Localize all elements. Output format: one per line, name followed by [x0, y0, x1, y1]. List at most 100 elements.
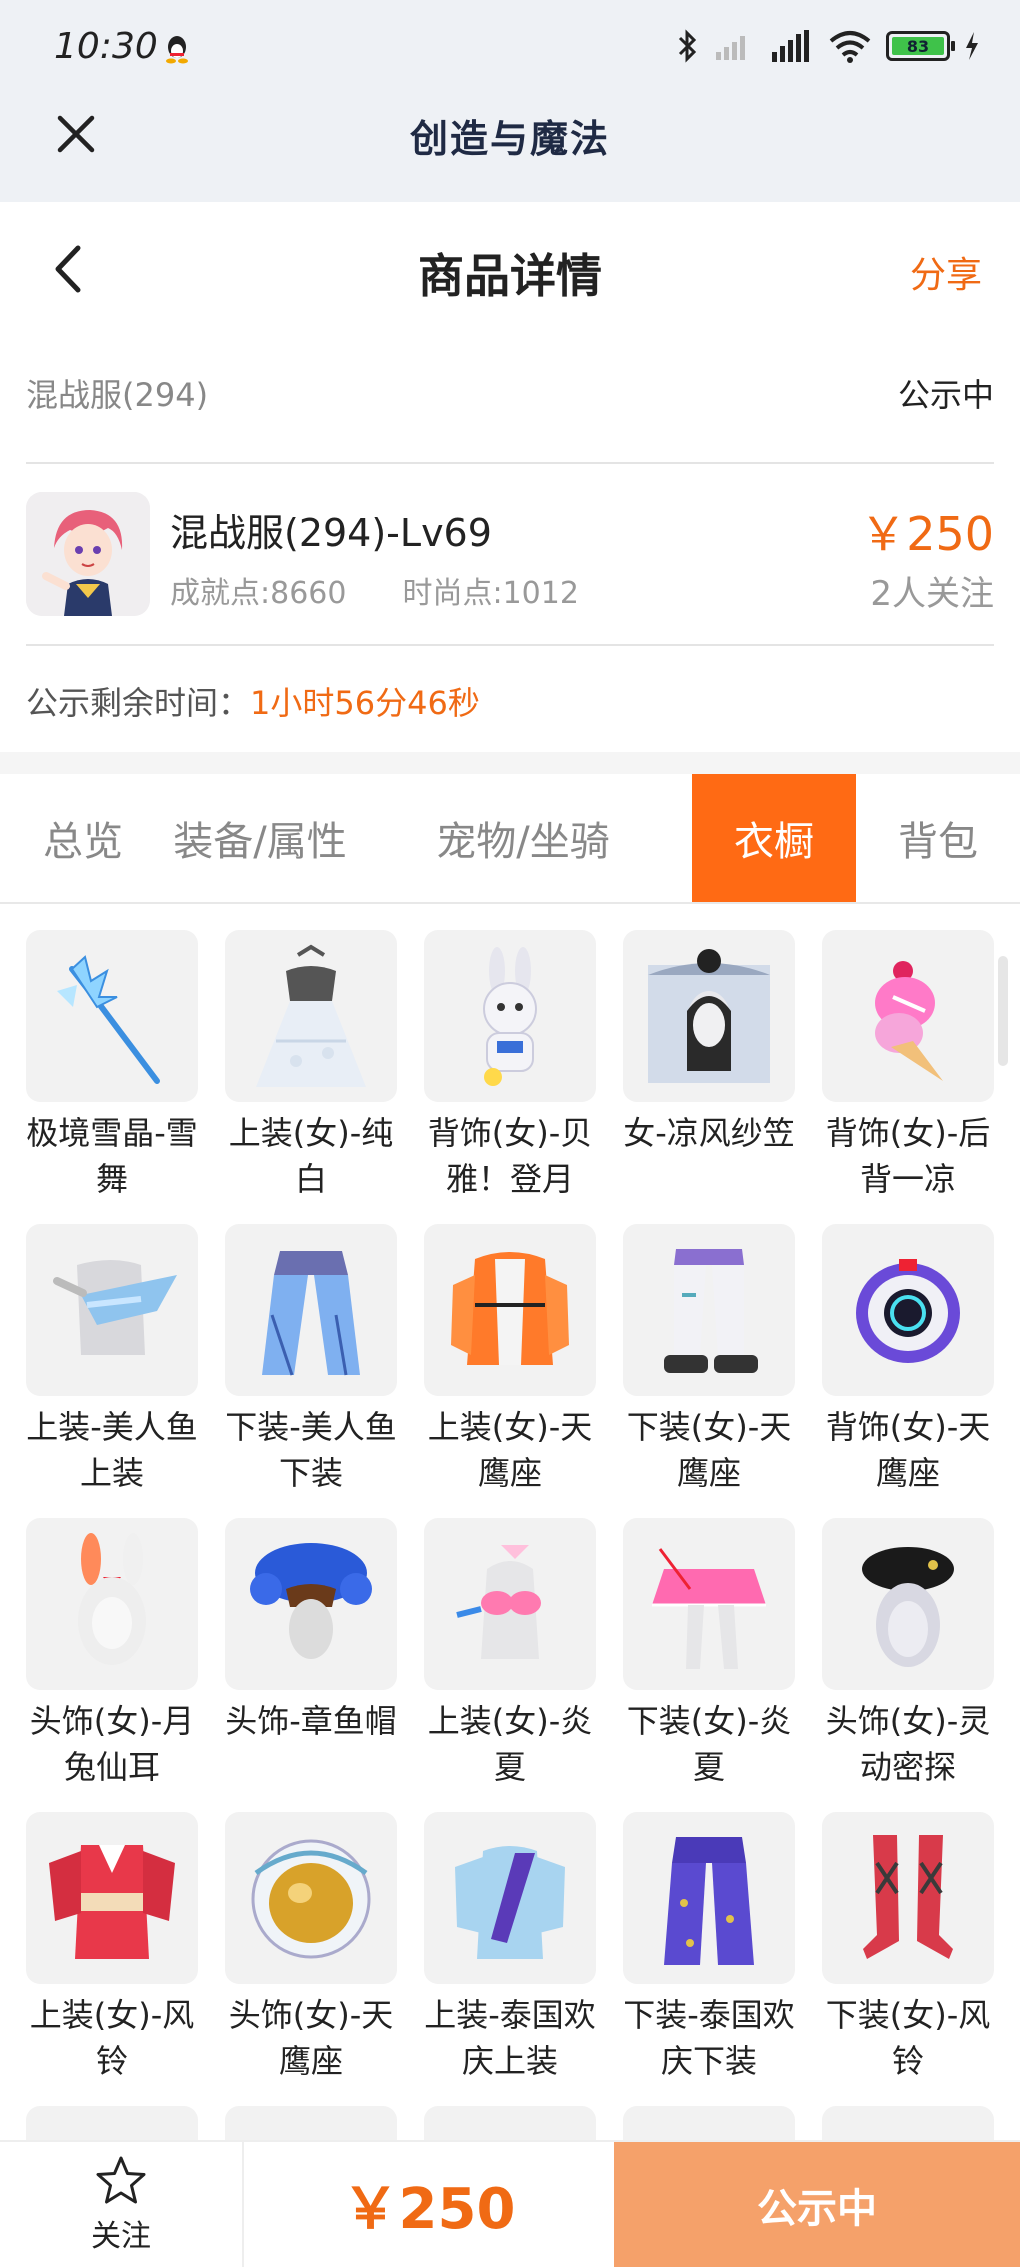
countdown-label: 公示剩余时间：	[26, 684, 251, 722]
bikini-top-icon	[424, 1518, 596, 1690]
countdown-value: 1小时56分46秒	[250, 684, 480, 722]
octopus-hat-icon	[225, 1518, 397, 1690]
public-notice-button[interactable]: 公示中	[614, 2142, 1020, 2267]
wardrobe-item[interactable]	[424, 2106, 596, 2140]
server-row: 混战服(294) 公示中	[26, 370, 994, 416]
bottom-action-bar: 关注 ￥250 公示中	[0, 2140, 1020, 2267]
battery-icon: 83	[886, 31, 955, 61]
wardrobe-item[interactable]	[623, 2106, 795, 2140]
wardrobe-item[interactable]: 上装(女)-风铃	[26, 1812, 198, 2084]
ice-crystal-wand-icon	[26, 930, 198, 1102]
divider	[26, 462, 994, 464]
item-thumbnail	[623, 2106, 795, 2140]
section-gap	[0, 752, 1020, 774]
item-name: 上装(女)-风铃	[29, 1996, 195, 2080]
follow-button[interactable]: 关注	[0, 2142, 244, 2267]
wardrobe-item[interactable]: 下装(女)-风铃	[822, 1812, 994, 2084]
item-thumbnail	[26, 2106, 198, 2140]
wardrobe-item[interactable]: 下装-美人鱼下装	[225, 1224, 397, 1496]
wardrobe-item[interactable]	[26, 2106, 198, 2140]
divider	[26, 644, 994, 646]
aquila-pants-icon	[623, 1224, 795, 1396]
app-top-bar: 10:30 83 创造与魔法	[0, 0, 1020, 202]
hd-signal-icon	[772, 30, 809, 62]
rabbit-astronaut-icon	[424, 930, 596, 1102]
wardrobe-item[interactable]: 上装(女)-炎夏	[424, 1518, 596, 1790]
ice-cream-icon	[822, 930, 994, 1102]
wardrobe-item[interactable]: 上装-美人鱼上装	[26, 1224, 198, 1496]
app-title: 创造与魔法	[409, 117, 610, 161]
wardrobe-item[interactable]: 极境雪晶-雪舞	[26, 930, 198, 1202]
wardrobe-grid: 极境雪晶-雪舞 上装(女)-纯白 背饰(女)-贝雅！登月 女-凉风纱笠 背饰(女…	[26, 930, 996, 2140]
listing-status: 公示中	[897, 376, 994, 414]
wardrobe-item[interactable]: 上装-泰国欢庆上装	[424, 1812, 596, 2084]
product-price: ￥250	[860, 507, 994, 561]
item-name: 上装(女)-炎夏	[427, 1702, 593, 1786]
item-thumbnail	[424, 2106, 596, 2140]
fashion-points: 时尚点:1012	[402, 576, 579, 611]
item-name: 头饰(女)-天鹰座	[228, 1996, 394, 2080]
item-name: 背饰(女)-贝雅！登月	[427, 1114, 593, 1198]
beret-icon	[822, 1518, 994, 1690]
wardrobe-item[interactable]: 背饰(女)-天鹰座	[822, 1224, 994, 1496]
wardrobe-item[interactable]: 下装-泰国欢庆下装	[623, 1812, 795, 2084]
scrollbar[interactable]	[998, 956, 1008, 1066]
veil-hat-icon	[623, 930, 795, 1102]
countdown-row: 公示剩余时间：1小时56分46秒	[26, 678, 480, 724]
kimono-icon	[26, 1812, 198, 1984]
item-name: 下装(女)-炎夏	[626, 1702, 792, 1786]
tab-equipment[interactable]: 装备/属性	[166, 774, 354, 902]
wardrobe-item[interactable]: 头饰(女)-灵动密探	[822, 1518, 994, 1790]
wardrobe-item[interactable]: 背饰(女)-贝雅！登月	[424, 930, 596, 1202]
wardrobe-item[interactable]: 下装(女)-炎夏	[623, 1518, 795, 1790]
item-name: 头饰-章鱼帽	[225, 1702, 397, 1740]
wardrobe-item[interactable]: 上装(女)-纯白	[225, 930, 397, 1202]
wardrobe-item[interactable]	[822, 2106, 994, 2140]
wardrobe-item[interactable]	[225, 2106, 397, 2140]
follow-label: 关注	[91, 2218, 151, 2254]
bluetooth-icon	[678, 29, 697, 63]
wardrobe-item[interactable]: 上装(女)-天鹰座	[424, 1224, 596, 1496]
page-header: 商品详情 分享	[0, 202, 1020, 334]
item-name: 背饰(女)-天鹰座	[825, 1408, 991, 1492]
tab-backpack[interactable]: 背包	[856, 774, 1020, 902]
item-name: 女-凉风纱笠	[623, 1114, 795, 1152]
bunny-ears-icon	[26, 1518, 198, 1690]
server-name: 混战服(294)	[26, 376, 209, 414]
tab-pets-mounts[interactable]: 宠物/坐骑	[354, 774, 692, 902]
item-name: 背饰(女)-后背一凉	[825, 1114, 991, 1198]
item-name: 上装-泰国欢庆上装	[424, 1996, 596, 2080]
aquila-jacket-icon	[424, 1224, 596, 1396]
product-card[interactable]: 混战服(294)-Lv69 成就点:8660 时尚点:1012 ￥250 2人关…	[26, 490, 994, 620]
boots-icon	[822, 1812, 994, 1984]
mermaid-pants-icon	[225, 1224, 397, 1396]
qq-notification-icon	[166, 36, 188, 64]
item-name: 下装(女)-天鹰座	[626, 1408, 792, 1492]
wardrobe-item[interactable]: 背饰(女)-后背一凉	[822, 930, 994, 1202]
wifi-icon	[829, 31, 871, 63]
share-button[interactable]: 分享	[910, 246, 982, 298]
item-thumbnail	[225, 2106, 397, 2140]
wardrobe-item[interactable]: 女-凉风纱笠	[623, 930, 795, 1156]
bottom-price: ￥250	[342, 2177, 516, 2242]
tab-wardrobe[interactable]: 衣橱	[692, 774, 856, 902]
item-thumbnail	[822, 2106, 994, 2140]
item-name: 上装(女)-纯白	[228, 1114, 394, 1198]
detail-tabs: 总览 装备/属性 宠物/坐骑 衣橱 背包	[0, 774, 1020, 904]
wardrobe-item[interactable]: 头饰(女)-月兔仙耳	[26, 1518, 198, 1790]
thai-top-icon	[424, 1812, 596, 1984]
wardrobe-item[interactable]: 下装(女)-天鹰座	[623, 1224, 795, 1496]
item-name: 头饰(女)-灵动密探	[825, 1702, 991, 1786]
aquila-backpack-icon	[822, 1224, 994, 1396]
white-dress-icon	[225, 930, 397, 1102]
character-avatar	[26, 492, 150, 616]
item-name: 头饰(女)-月兔仙耳	[29, 1702, 195, 1786]
wardrobe-item[interactable]: 头饰-章鱼帽	[225, 1518, 397, 1744]
helmet-icon	[225, 1812, 397, 1984]
item-name: 上装(女)-天鹰座	[427, 1408, 593, 1492]
tab-overview[interactable]: 总览	[0, 774, 166, 902]
status-time: 10:30	[54, 26, 158, 67]
page-title: 商品详情	[418, 249, 602, 303]
product-stats: 成就点:8660 时尚点:1012	[170, 568, 579, 612]
wardrobe-item[interactable]: 头饰(女)-天鹰座	[225, 1812, 397, 2084]
